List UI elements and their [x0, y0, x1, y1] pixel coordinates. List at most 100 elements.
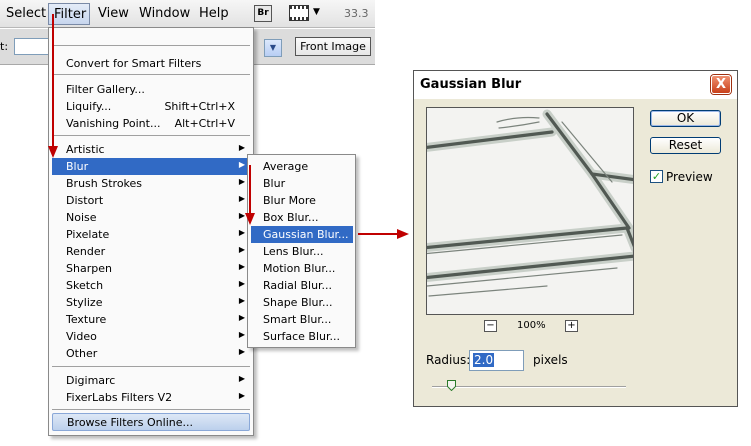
menu-item-digimarc[interactable]: Digimarc ▶ — [52, 372, 250, 389]
submenu-arrow-icon: ▶ — [238, 347, 245, 356]
menu-separator — [52, 45, 250, 46]
submenu-item-label: Gaussian Blur... — [263, 228, 349, 241]
menu-bar: Select Filter View Window Help Br ▼ 33.3 — [0, 0, 375, 28]
ok-button[interactable]: OK — [650, 110, 721, 127]
menu-item-filter-gallery[interactable]: Filter Gallery... — [52, 81, 250, 98]
menu-separator — [52, 74, 250, 75]
menu-item-label: FixerLabs Filters V2 — [66, 391, 173, 404]
submenu-arrow-icon: ▶ — [238, 245, 245, 254]
submenu-item-surface-blur[interactable]: Surface Blur... — [251, 328, 353, 345]
menu-view[interactable]: View — [98, 6, 129, 21]
menu-item-label: Artistic — [66, 143, 105, 156]
menu-select[interactable]: Select — [6, 6, 46, 21]
menu-item-label: Video — [66, 330, 97, 343]
submenu-item-label: Lens Blur... — [263, 245, 324, 258]
menu-item-label: Distort — [66, 194, 104, 207]
submenu-item-box-blur[interactable]: Box Blur... — [251, 209, 353, 226]
menu-item-render[interactable]: Render ▶ — [52, 243, 250, 260]
menu-item-sharpen[interactable]: Sharpen ▶ — [52, 260, 250, 277]
menu-item-shortcut: Alt+Ctrl+V — [174, 117, 235, 130]
menu-item-label: Blur — [66, 160, 89, 173]
preview-checkbox-label: Preview — [666, 170, 713, 184]
submenu-item-label: Average — [263, 160, 309, 173]
bridge-button[interactable]: Br — [254, 5, 272, 22]
preview-checkbox[interactable]: ✓ — [650, 170, 663, 183]
menu-item-stylize[interactable]: Stylize ▶ — [52, 294, 250, 311]
submenu-arrow-icon: ▶ — [238, 177, 245, 186]
menu-item-other[interactable]: Other ▶ — [52, 345, 250, 362]
menu-item-vanishing-point[interactable]: Vanishing Point... Alt+Ctrl+V — [52, 115, 250, 132]
submenu-item-average[interactable]: Average — [251, 158, 353, 175]
menu-separator — [52, 409, 250, 410]
menu-item-label: Other — [66, 347, 98, 360]
menu-item-label: Browse Filters Online... — [67, 416, 193, 429]
caret-down-icon[interactable]: ▼ — [313, 7, 320, 17]
submenu-arrow-icon: ▶ — [238, 262, 245, 271]
blurred-sketch-preview — [427, 108, 633, 314]
menu-help[interactable]: Help — [199, 6, 229, 21]
submenu-item-smart-blur[interactable]: Smart Blur... — [251, 311, 353, 328]
submenu-item-label: Surface Blur... — [263, 330, 340, 343]
radius-input[interactable]: 2.0 — [469, 350, 524, 371]
submenu-item-motion-blur[interactable]: Motion Blur... — [251, 260, 353, 277]
menu-item-liquify[interactable]: Liquify... Shift+Ctrl+X — [52, 98, 250, 115]
menu-item-convert-smart-filters[interactable]: Convert for Smart Filters — [52, 55, 250, 72]
menu-item-label: Render — [66, 245, 106, 258]
gaussian-blur-dialog: Gaussian Blur X − 100% + OK Reset ✓ Prev… — [413, 70, 738, 407]
submenu-arrow-icon: ▶ — [238, 143, 245, 152]
submenu-arrow-icon: ▶ — [238, 279, 245, 288]
submenu-item-label: Radial Blur... — [263, 279, 333, 292]
menu-item-label: Liquify... — [66, 100, 112, 113]
dialog-title: Gaussian Blur — [420, 77, 522, 92]
menu-item-distort[interactable]: Distort ▶ — [52, 192, 250, 209]
menu-filter[interactable]: Filter — [48, 3, 90, 25]
reset-button[interactable]: Reset — [650, 137, 721, 154]
submenu-item-blur[interactable]: Blur — [251, 175, 353, 192]
menu-item-label: Brush Strokes — [66, 177, 143, 190]
radius-units: pixels — [533, 353, 568, 367]
radius-value: 2.0 — [473, 353, 495, 367]
options-select-arrow-icon[interactable]: ▼ — [264, 39, 282, 57]
menu-item-brush-strokes[interactable]: Brush Strokes ▶ — [52, 175, 250, 192]
filter-menu: Convert for Smart Filters Filter Gallery… — [48, 27, 254, 436]
menu-item-label: Sharpen — [66, 262, 112, 275]
zoom-out-icon[interactable]: − — [484, 320, 497, 332]
blur-submenu: Average Blur Blur More Box Blur... Gauss… — [247, 154, 356, 348]
slider-thumb-icon[interactable] — [447, 380, 457, 391]
submenu-item-gaussian-blur[interactable]: Gaussian Blur... — [251, 226, 353, 243]
menu-item-label: Noise — [66, 211, 97, 224]
zoom-percentage: 100% — [517, 320, 546, 331]
submenu-item-label: Motion Blur... — [263, 262, 336, 275]
menu-item-label: Pixelate — [66, 228, 110, 241]
menu-item-shortcut: Shift+Ctrl+X — [164, 100, 235, 113]
menu-item-blur[interactable]: Blur ▶ — [52, 158, 250, 175]
menu-item-video[interactable]: Video ▶ — [52, 328, 250, 345]
menu-separator — [52, 135, 250, 136]
menu-window[interactable]: Window — [139, 6, 190, 21]
radius-slider-track[interactable] — [432, 386, 626, 388]
menu-item-sketch[interactable]: Sketch ▶ — [52, 277, 250, 294]
submenu-item-label: Blur More — [263, 194, 316, 207]
menu-item-label: Filter Gallery... — [66, 83, 145, 96]
menu-item-artistic[interactable]: Artistic ▶ — [52, 141, 250, 158]
menu-item-label: Vanishing Point... — [66, 117, 161, 130]
options-label: t: — [0, 40, 9, 53]
filmstrip-icon[interactable] — [289, 5, 309, 21]
submenu-arrow-icon: ▶ — [238, 228, 245, 237]
menu-item-noise[interactable]: Noise ▶ — [52, 209, 250, 226]
submenu-item-radial-blur[interactable]: Radial Blur... — [251, 277, 353, 294]
submenu-item-blur-more[interactable]: Blur More — [251, 192, 353, 209]
submenu-item-label: Box Blur... — [263, 211, 319, 224]
menu-item-texture[interactable]: Texture ▶ — [52, 311, 250, 328]
menu-item-fixerlabs[interactable]: FixerLabs Filters V2 ▶ — [52, 389, 250, 406]
zoom-in-icon[interactable]: + — [565, 320, 578, 332]
dialog-title-bar[interactable]: Gaussian Blur X — [414, 71, 737, 99]
front-image-button[interactable]: Front Image — [295, 37, 371, 56]
submenu-item-lens-blur[interactable]: Lens Blur... — [251, 243, 353, 260]
menu-item-pixelate[interactable]: Pixelate ▶ — [52, 226, 250, 243]
menu-item-label: Digimarc — [66, 374, 116, 387]
preview-image[interactable] — [426, 107, 634, 315]
close-icon[interactable]: X — [711, 75, 731, 94]
submenu-item-shape-blur[interactable]: Shape Blur... — [251, 294, 353, 311]
menu-item-browse-filters-online[interactable]: Browse Filters Online... — [52, 413, 250, 431]
